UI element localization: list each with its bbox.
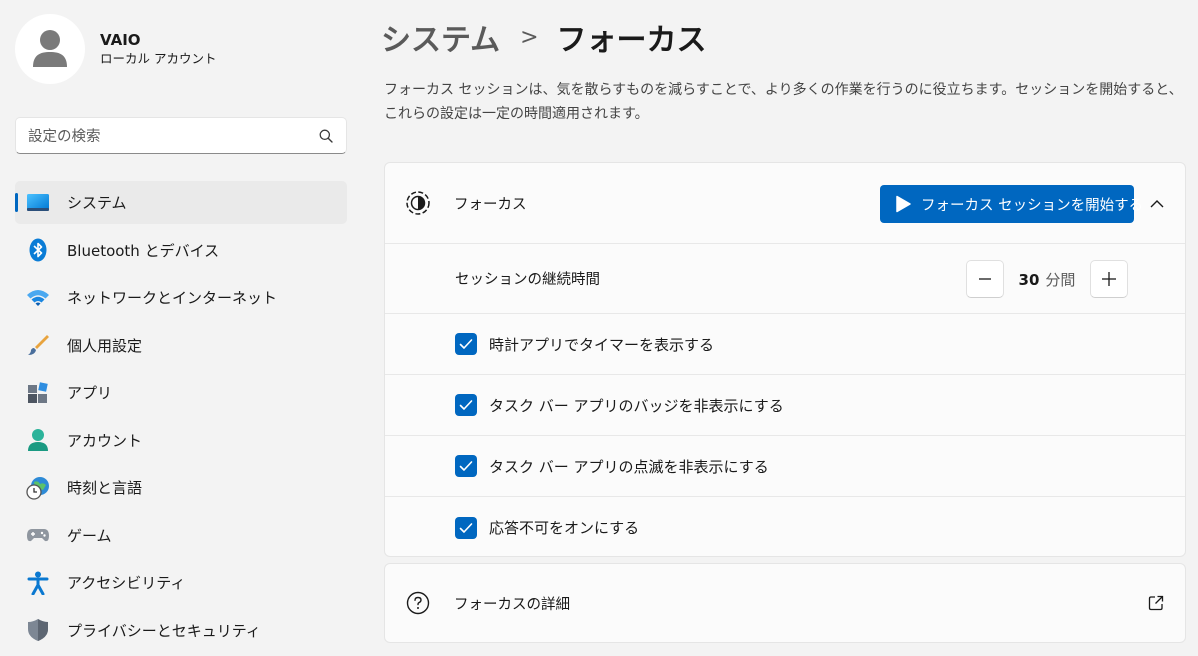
focus-details-link[interactable]: フォーカスの詳細 — [385, 564, 1185, 642]
hide-badges-checkbox[interactable] — [455, 394, 477, 416]
focus-header-row[interactable]: フォーカス フォーカス セッションを開始する — [385, 163, 1185, 244]
sidebar-item-time-language[interactable]: 時刻と言語 — [15, 466, 347, 509]
sidebar-item-label: アプリ — [67, 384, 113, 402]
start-focus-session-label: フォーカス セッションを開始する — [921, 197, 1144, 214]
focus-title: フォーカス — [454, 196, 527, 213]
profile-name: VAIO — [100, 31, 141, 49]
play-icon — [895, 195, 911, 213]
sidebar-item-label: ネットワークとインターネット — [67, 289, 278, 307]
plus-icon — [1102, 272, 1116, 286]
focus-details-label: フォーカスの詳細 — [454, 596, 570, 613]
option-row: タスク バー アプリの点滅を非表示にする — [385, 436, 1185, 497]
checkbox-label[interactable]: タスク バー アプリの点滅を非表示にする — [489, 456, 769, 477]
sidebar-item-label: 時刻と言語 — [67, 479, 143, 497]
search-icon[interactable] — [318, 128, 334, 144]
checkmark-icon — [459, 461, 473, 471]
option-row: タスク バー アプリのバッジを非表示にする — [385, 375, 1185, 436]
sidebar-item-accounts[interactable]: アカウント — [15, 419, 347, 462]
do-not-disturb-checkbox[interactable] — [455, 516, 477, 539]
focus-icon — [405, 190, 431, 216]
show-timer-checkbox[interactable] — [455, 333, 477, 355]
open-external-icon[interactable] — [1147, 594, 1165, 612]
sidebar-item-accessibility[interactable]: アクセシビリティ — [15, 561, 347, 604]
sidebar: VAIO ローカル アカウント 設定の検索 システム Bluetooth とデバ… — [0, 0, 360, 655]
apps-icon — [26, 381, 50, 405]
sidebar-item-label: 個人用設定 — [67, 336, 143, 355]
time-language-icon — [26, 476, 50, 500]
sidebar-nav: システム Bluetooth とデバイス ネットワークとインターネット 個人用設… — [15, 181, 347, 656]
minus-icon — [979, 278, 991, 280]
search-input[interactable]: 設定の検索 — [15, 117, 347, 154]
duration-unit: 分間 — [1045, 270, 1076, 289]
focus-settings-card: フォーカス フォーカス セッションを開始する セッションの継続時間 30 分間 … — [384, 162, 1186, 557]
account-icon — [26, 428, 50, 452]
hide-flashing-checkbox[interactable] — [455, 455, 477, 477]
avatar[interactable] — [15, 14, 85, 84]
checkbox-label[interactable]: 応答不可をオンにする — [489, 517, 639, 538]
sidebar-item-personalization[interactable]: 個人用設定 — [15, 324, 347, 367]
paintbrush-icon — [26, 333, 50, 357]
wifi-icon — [26, 286, 50, 310]
sidebar-item-network[interactable]: ネットワークとインターネット — [15, 276, 347, 319]
option-row: 応答不可をオンにする — [385, 497, 1185, 558]
sidebar-item-label: ゲーム — [67, 526, 112, 545]
breadcrumb-separator: > — [520, 24, 539, 50]
increase-duration-button[interactable] — [1090, 260, 1128, 298]
system-display-icon — [26, 191, 50, 215]
duration-value: 30 分間 — [1004, 269, 1090, 290]
sidebar-item-bluetooth[interactable]: Bluetooth とデバイス — [15, 229, 347, 272]
sidebar-item-privacy-security[interactable]: プライバシーとセキュリティ — [15, 609, 347, 652]
profile-account-type: ローカル アカウント — [100, 51, 217, 66]
search-placeholder: 設定の検索 — [28, 129, 101, 145]
gamepad-icon — [26, 523, 50, 547]
page-title: フォーカス — [556, 23, 707, 58]
person-placeholder-icon — [33, 30, 67, 67]
user-profile[interactable]: VAIO ローカル アカウント — [15, 14, 216, 84]
decrease-duration-button[interactable] — [966, 260, 1004, 298]
focus-details-card: フォーカスの詳細 — [384, 563, 1186, 643]
sidebar-item-label: システム — [67, 194, 127, 212]
checkbox-label[interactable]: 時計アプリでタイマーを表示する — [489, 334, 714, 355]
breadcrumb: システム > フォーカス — [381, 14, 707, 60]
checkbox-label[interactable]: タスク バー アプリのバッジを非表示にする — [489, 395, 784, 416]
sidebar-item-gaming[interactable]: ゲーム — [15, 514, 347, 557]
sidebar-item-label: アカウント — [67, 431, 143, 450]
accessibility-icon — [26, 571, 50, 595]
bluetooth-icon — [26, 238, 50, 262]
breadcrumb-parent[interactable]: システム — [381, 15, 500, 59]
session-duration-label: セッションの継続時間 — [455, 272, 600, 288]
sidebar-item-label: プライバシーとセキュリティ — [67, 621, 261, 640]
duration-number: 30 — [1018, 270, 1040, 289]
session-duration-row: セッションの継続時間 30 分間 — [385, 244, 1185, 314]
sidebar-item-apps[interactable]: アプリ — [15, 371, 347, 414]
option-row: 時計アプリでタイマーを表示する — [385, 314, 1185, 375]
checkmark-icon — [459, 339, 473, 349]
help-icon — [405, 590, 431, 616]
duration-stepper[interactable]: 30 分間 — [966, 260, 1128, 298]
sidebar-item-label: Bluetooth とデバイス — [67, 241, 220, 260]
checkmark-icon — [459, 400, 473, 410]
sidebar-item-label: アクセシビリティ — [67, 574, 186, 592]
sidebar-item-system[interactable]: システム — [15, 181, 347, 224]
chevron-up-icon[interactable] — [1145, 191, 1169, 215]
shield-icon — [26, 618, 50, 642]
start-focus-session-button[interactable]: フォーカス セッションを開始する — [880, 185, 1143, 223]
checkmark-icon — [459, 522, 473, 533]
page-description: フォーカス セッションは、気を散らすものを減らすことで、より多くの作業を行うのに… — [384, 82, 1183, 122]
